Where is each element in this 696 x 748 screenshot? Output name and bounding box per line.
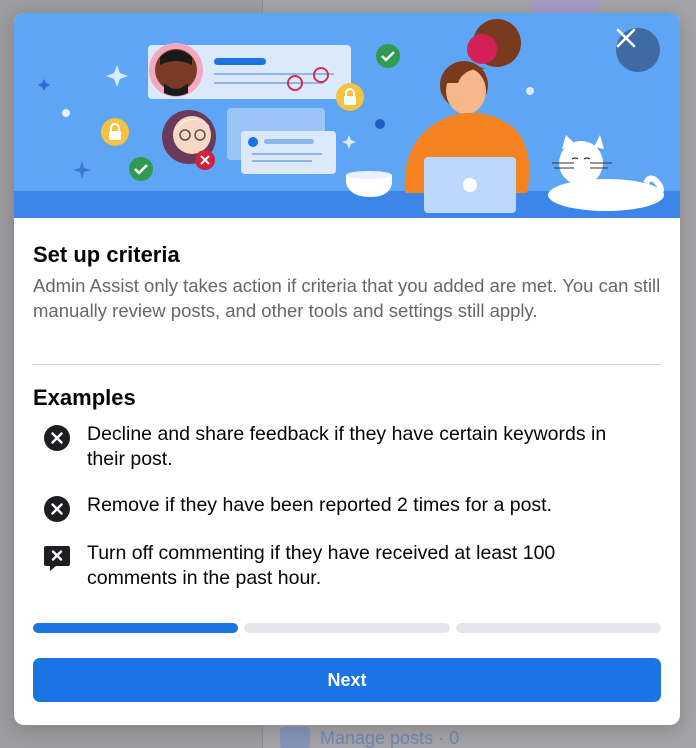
x-circle-icon (44, 496, 70, 522)
background-footer-label: Manage posts · 0 (320, 727, 460, 748)
progress-step-3 (455, 623, 661, 633)
example-text: Remove if they have been reported 2 time… (87, 494, 553, 516)
step-progress (33, 623, 661, 633)
hero-illustration (14, 13, 680, 218)
dialog-description: Admin Assist only takes action if criter… (33, 275, 661, 321)
x-circle-icon (44, 425, 70, 451)
intro-section: Set up criteria Admin Assist only takes … (33, 241, 661, 323)
background-avatar-stack (530, 0, 600, 14)
progress-step-1 (33, 623, 239, 633)
close-icon (616, 28, 636, 48)
examples-heading: Examples (33, 385, 136, 410)
example-item: Remove if they have been reported 2 time… (43, 493, 647, 523)
progress-step-2 (244, 623, 450, 633)
section-divider (33, 364, 661, 365)
hero-illustration-art (14, 19, 680, 218)
example-text: Turn off commenting if they have receive… (87, 542, 556, 589)
example-item: Turn off commenting if they have receive… (43, 541, 647, 591)
comment-off-icon (44, 546, 70, 571)
dialog-title: Set up criteria (33, 242, 180, 267)
next-button[interactable]: Next (33, 658, 661, 702)
example-item: Decline and share feedback if they have … (43, 422, 647, 472)
background-star-icon (280, 727, 310, 748)
background-manage-posts: Manage posts · 0 (280, 726, 459, 748)
close-button[interactable] (616, 28, 660, 72)
setup-criteria-dialog: Set up criteria Admin Assist only takes … (14, 13, 680, 725)
example-text: Decline and share feedback if they have … (87, 423, 607, 470)
